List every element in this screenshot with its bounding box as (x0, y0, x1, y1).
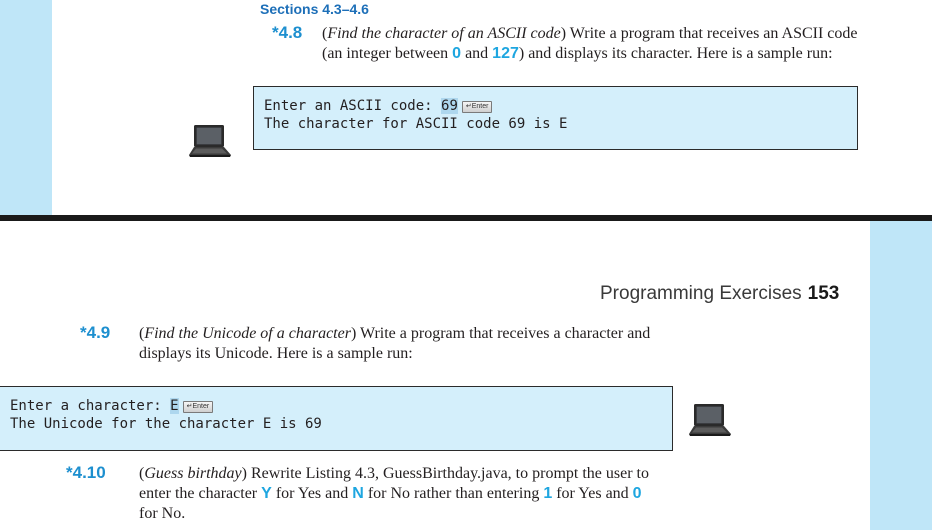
keyword-y: Y (261, 485, 272, 502)
console-line-output: The Unicode for the character E is 69 (10, 416, 322, 432)
laptop-icon (189, 125, 231, 157)
keyword-1: 1 (543, 485, 553, 502)
exercise-4-10-line-1: (Guess birthday) Rewrite Listing 4.3, Gu… (139, 465, 649, 482)
exercise-4-9-line-1: (Find the Unicode of a character) Write … (139, 325, 651, 342)
exercise-4-8-title: Find the character of an ASCII code (327, 25, 561, 42)
keyword-0: 0 (452, 45, 462, 62)
exercise-4-10-line-2: enter the character Y for Yes and N for … (139, 485, 642, 502)
exercise-4-9-line-2: displays its Unicode. Here is a sample r… (139, 345, 413, 362)
left-margin-band (0, 0, 52, 215)
exercise-4-10-title: Guess birthday (144, 465, 242, 482)
running-header: Programming Exercises 153 (600, 283, 839, 305)
exercise-4-9-title: Find the Unicode of a character (144, 325, 351, 342)
running-header-title: Programming Exercises (600, 283, 802, 304)
exercise-4-8-line-2: (an integer between 0 and 127) and displ… (322, 45, 833, 62)
console-sample-run-4-8: Enter an ASCII code: 69 ↵Enter The charac… (253, 86, 858, 150)
keyword-n: N (352, 485, 364, 502)
laptop-icon (689, 404, 731, 436)
enter-key-icon: ↵Enter (182, 401, 214, 413)
console-line-input: Enter a character: E ↵Enter (10, 397, 662, 415)
exercise-number-4-10: *4.10 (66, 463, 106, 482)
console-line-input: Enter an ASCII code: 69 ↵Enter (264, 97, 847, 115)
console-line-output: The character for ASCII code 69 is E (264, 116, 568, 132)
exercise-4-8-line-1: (Find the character of an ASCII code) Wr… (322, 25, 858, 42)
exercise-4-9-text: (Find the Unicode of a character) Write … (139, 324, 699, 364)
page-number: 153 (807, 283, 840, 304)
console-input-value: E (170, 398, 179, 414)
exercise-number-4-9: *4.9 (80, 323, 111, 342)
section-heading: Sections 4.3–4.6 (260, 1, 369, 17)
console-sample-run-4-9: Enter a character: E ↵Enter The Unicode f… (0, 386, 673, 451)
keyword-127: 127 (492, 45, 519, 62)
keyword-0: 0 (632, 485, 642, 502)
exercise-4-10-line-3: for No. (139, 505, 186, 522)
exercise-4-10-text: (Guess birthday) Rewrite Listing 4.3, Gu… (139, 464, 739, 524)
page-divider (0, 215, 932, 221)
exercise-number-4-8: *4.8 (272, 23, 303, 42)
right-margin-band (870, 221, 932, 530)
console-input-value: 69 (441, 98, 458, 114)
exercise-4-8-text: (Find the character of an ASCII code) Wr… (322, 24, 862, 64)
enter-key-icon: ↵Enter (461, 101, 493, 113)
